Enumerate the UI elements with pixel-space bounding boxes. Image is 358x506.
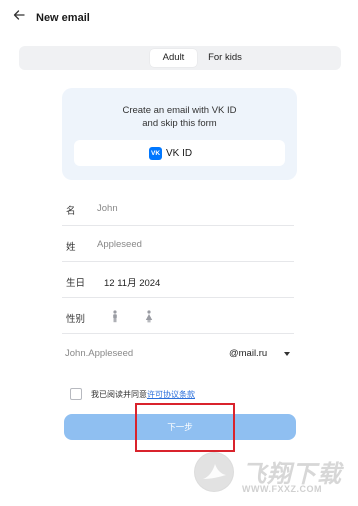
vk-id-button[interactable]: VK VK ID xyxy=(74,140,285,166)
gender-field: 性别 xyxy=(62,298,294,334)
agreement-label: 我已阅读并同意 xyxy=(91,390,147,399)
birthday-value[interactable]: 12 11月 2024 xyxy=(104,275,160,289)
first-name-field[interactable]: 名 John xyxy=(62,190,294,226)
agreement-row: 我已阅读并同意许可协议条款 xyxy=(70,388,310,402)
watermark-url: WWW.FXXZ.COM xyxy=(242,484,322,494)
email-domain-select[interactable]: @mail.ru xyxy=(229,348,267,359)
birthday-field[interactable]: 生日 12 11月 2024 xyxy=(62,262,294,298)
vk-id-button-label: VK ID xyxy=(166,148,193,159)
first-name-input[interactable]: John xyxy=(97,203,118,214)
agreement-checkbox[interactable] xyxy=(70,388,82,400)
license-terms-link[interactable]: 许可协议条款 xyxy=(147,390,195,399)
arrow-left-icon[interactable] xyxy=(12,8,26,22)
last-name-label: 姓 xyxy=(66,242,76,253)
chevron-down-icon[interactable] xyxy=(284,352,290,356)
vk-id-prompt: Create an email with VK ID and skip this… xyxy=(62,104,297,130)
watermark-logo-icon xyxy=(194,452,234,492)
last-name-input[interactable]: Appleseed xyxy=(97,239,142,250)
tab-adult[interactable]: Adult xyxy=(150,49,197,67)
first-name-label: 名 xyxy=(66,206,76,217)
header: New email xyxy=(0,0,358,38)
tab-for-kids[interactable]: For kids xyxy=(202,49,248,67)
highlight-annotation xyxy=(135,403,235,452)
account-type-switch: Adult For kids xyxy=(19,46,341,70)
gender-label: 性别 xyxy=(66,314,86,325)
last-name-field[interactable]: 姓 Appleseed xyxy=(62,226,294,262)
page-title: New email xyxy=(36,12,90,24)
male-icon[interactable] xyxy=(110,310,120,323)
watermark: 飞翔下载 WWW.FXXZ.COM xyxy=(190,446,358,506)
vk-logo-icon: VK xyxy=(149,147,162,160)
email-input[interactable]: John.Appleseed xyxy=(65,348,133,359)
female-icon[interactable] xyxy=(144,310,154,323)
vk-id-prompt-line2: and skip this form xyxy=(142,118,217,129)
agreement-text: 我已阅读并同意许可协议条款 xyxy=(91,389,195,400)
vk-id-prompt-line1: Create an email with VK ID xyxy=(122,105,237,116)
email-field: John.Appleseed @mail.ru xyxy=(62,342,296,366)
birthday-label: 生日 xyxy=(66,278,86,289)
vk-id-card: Create an email with VK ID and skip this… xyxy=(62,88,297,180)
